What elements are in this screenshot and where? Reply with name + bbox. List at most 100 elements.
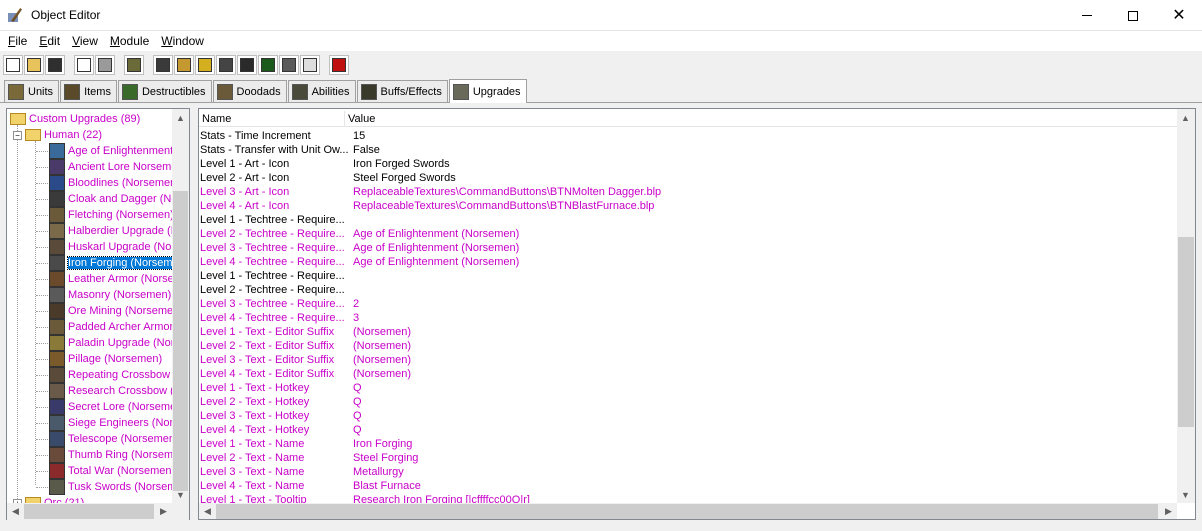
collapse-icon[interactable]: − bbox=[13, 130, 22, 140]
tree-item[interactable]: Total War (Norsemen) bbox=[49, 463, 172, 479]
object-manager-button[interactable] bbox=[279, 55, 299, 75]
tree-hscroll-thumb[interactable] bbox=[24, 504, 154, 519]
table-row[interactable]: Level 3 - Techtree - Require... Age of En… bbox=[199, 241, 1177, 255]
world-editor-button[interactable] bbox=[124, 55, 144, 75]
new-button[interactable] bbox=[3, 55, 23, 75]
ai-editor-button[interactable] bbox=[258, 55, 278, 75]
tree-item[interactable]: Masonry (Norsemen) bbox=[49, 287, 171, 303]
table-row[interactable]: Level 2 - Techtree - Require... bbox=[199, 283, 1177, 297]
tree-item-label[interactable]: Repeating Crossbow ( bbox=[68, 369, 172, 381]
menu-module[interactable]: Module bbox=[104, 34, 155, 48]
table-row[interactable]: Level 2 - Text - Name Steel Forging bbox=[199, 451, 1177, 465]
grid-scroll-thumb[interactable] bbox=[1178, 237, 1194, 427]
table-row[interactable]: Level 4 - Art - Icon ReplaceableTextures\… bbox=[199, 199, 1177, 213]
scroll-right-icon[interactable]: ▶ bbox=[155, 503, 172, 520]
tree-item[interactable]: Fletching (Norsemen) bbox=[49, 207, 172, 223]
save-button[interactable] bbox=[45, 55, 65, 75]
table-row[interactable]: Level 1 - Text - Name Iron Forging bbox=[199, 437, 1177, 451]
table-row[interactable]: Level 3 - Techtree - Require... 2 bbox=[199, 297, 1177, 311]
campaign-editor-button[interactable] bbox=[237, 55, 257, 75]
scroll-down-icon[interactable]: ▼ bbox=[1177, 486, 1194, 503]
tree-item[interactable]: Repeating Crossbow ( bbox=[49, 367, 172, 383]
tree-item-label[interactable]: Bloodlines (Norsemen bbox=[68, 177, 172, 189]
table-row[interactable]: Stats - Transfer with Unit Ow... False bbox=[199, 143, 1177, 157]
minimize-button[interactable] bbox=[1064, 0, 1110, 31]
tree-item-selected[interactable]: Iron Forging (Norsemen bbox=[49, 255, 172, 271]
open-button[interactable] bbox=[24, 55, 44, 75]
tree-item-label[interactable]: Telescope (Norsemen bbox=[68, 433, 172, 445]
tree-item[interactable]: Bloodlines (Norsemen bbox=[49, 175, 172, 191]
table-row[interactable]: Level 3 - Text - Name Metallurgy bbox=[199, 465, 1177, 479]
tree-item-label[interactable]: Siege Engineers (Nors bbox=[68, 417, 172, 429]
column-header-name[interactable]: Name bbox=[199, 111, 345, 127]
table-row[interactable]: Level 2 - Text - Editor Suffix (Norsemen) bbox=[199, 339, 1177, 353]
tree-item[interactable]: Paladin Upgrade (Nor bbox=[49, 335, 172, 351]
tab-items[interactable]: Items bbox=[60, 80, 117, 102]
scroll-up-icon[interactable]: ▲ bbox=[172, 109, 189, 126]
table-row[interactable]: Level 2 - Techtree - Require... Age of En… bbox=[199, 227, 1177, 241]
tree-item[interactable]: Ancient Lore Norseme bbox=[49, 159, 172, 175]
tree-item-label[interactable]: Masonry (Norsemen) bbox=[68, 289, 171, 301]
tree-item-label[interactable]: Total War (Norsemen) bbox=[68, 465, 172, 477]
object-editor-button[interactable] bbox=[216, 55, 236, 75]
table-row[interactable]: Level 4 - Text - Hotkey Q bbox=[199, 423, 1177, 437]
tree-item[interactable]: Pillage (Norsemen) bbox=[49, 351, 162, 367]
table-row[interactable]: Level 1 - Art - Icon Iron Forged Swords bbox=[199, 157, 1177, 171]
menu-file[interactable]: File bbox=[2, 34, 33, 48]
table-row[interactable]: Level 4 - Techtree - Require... 3 bbox=[199, 311, 1177, 325]
table-row[interactable]: Level 4 - Text - Name Blast Furnace bbox=[199, 479, 1177, 493]
column-header-value[interactable]: Value bbox=[345, 111, 1177, 127]
table-row[interactable]: Level 2 - Art - Icon Steel Forged Swords bbox=[199, 171, 1177, 185]
tree-item-label[interactable]: Ancient Lore Norseme bbox=[68, 161, 172, 173]
tree-item[interactable]: Age of Enlightenment bbox=[49, 143, 172, 159]
tree-item-label[interactable]: Secret Lore (Norsemen bbox=[68, 401, 172, 413]
tree-item-label[interactable]: Age of Enlightenment bbox=[68, 145, 172, 157]
tree-item-label[interactable]: Paladin Upgrade (Nor bbox=[68, 337, 172, 349]
tree-item[interactable]: Research Crossbow ( bbox=[49, 383, 172, 399]
tree-item[interactable]: Ore Mining (Norsemen bbox=[49, 303, 172, 319]
menu-edit[interactable]: Edit bbox=[33, 34, 66, 48]
scroll-left-icon[interactable]: ◀ bbox=[7, 503, 24, 520]
tree-item[interactable]: Tusk Swords (Norsem bbox=[49, 479, 172, 495]
tree-item-label[interactable]: Cloak and Dagger (No bbox=[68, 193, 172, 205]
grid-horizontal-scrollbar[interactable]: ◀ ▶ bbox=[199, 503, 1177, 519]
tree-item-label[interactable]: Thumb Ring (Norsemer bbox=[68, 449, 172, 461]
tree-group-label[interactable]: Human (22) bbox=[44, 129, 102, 141]
grid-hscroll-thumb[interactable] bbox=[216, 504, 1158, 519]
table-row[interactable]: Level 1 - Text - Hotkey Q bbox=[199, 381, 1177, 395]
tree-item[interactable]: Leather Armor (Norsem bbox=[49, 271, 172, 287]
tree-item[interactable]: Halberdier Upgrade (N bbox=[49, 223, 172, 239]
sound-editor-button[interactable] bbox=[195, 55, 215, 75]
tree-item-label[interactable]: Research Crossbow ( bbox=[68, 385, 172, 397]
tree-root-label[interactable]: Custom Upgrades (89) bbox=[29, 113, 140, 125]
tab-destructibles[interactable]: Destructibles bbox=[117, 80, 212, 102]
maximize-button[interactable] bbox=[1110, 0, 1156, 31]
table-row[interactable]: Level 3 - Art - Icon ReplaceableTextures\… bbox=[199, 185, 1177, 199]
grid-vertical-scrollbar[interactable]: ▲ ▼ bbox=[1177, 109, 1195, 503]
tree-item[interactable]: Padded Archer Armor bbox=[49, 319, 172, 335]
terrain-editor-button[interactable] bbox=[153, 55, 173, 75]
tab-units[interactable]: Units bbox=[4, 80, 60, 102]
table-row[interactable]: Level 1 - Techtree - Require... bbox=[199, 213, 1177, 227]
tree-item-label[interactable]: Padded Archer Armor bbox=[68, 321, 172, 333]
tree-item-label[interactable]: Halberdier Upgrade (N bbox=[68, 225, 172, 237]
tree-item[interactable]: Huskarl Upgrade (Nor bbox=[49, 239, 172, 255]
table-row[interactable]: Level 1 - Text - Editor Suffix (Norsemen) bbox=[199, 325, 1177, 339]
tab-upgrades[interactable]: Upgrades bbox=[448, 79, 527, 103]
scroll-down-icon[interactable]: ▼ bbox=[172, 486, 189, 503]
tree-item[interactable]: Cloak and Dagger (No bbox=[49, 191, 172, 207]
tree-item[interactable]: Siege Engineers (Nors bbox=[49, 415, 172, 431]
table-row[interactable]: Level 1 - Techtree - Require... bbox=[199, 269, 1177, 283]
paste-button[interactable] bbox=[95, 55, 115, 75]
trigger-editor-button[interactable] bbox=[174, 55, 194, 75]
close-button[interactable]: ✕ bbox=[1156, 0, 1202, 31]
tree-item-label[interactable]: Leather Armor (Norsem bbox=[68, 273, 172, 285]
tree-vertical-scrollbar[interactable]: ▲ ▼ bbox=[172, 109, 189, 503]
copy-button[interactable] bbox=[74, 55, 94, 75]
tree-item-label[interactable]: Ore Mining (Norsemen bbox=[68, 305, 172, 317]
table-row[interactable]: Level 3 - Text - Editor Suffix (Norsemen) bbox=[199, 353, 1177, 367]
menu-window[interactable]: Window bbox=[155, 34, 210, 48]
test-map-button[interactable] bbox=[329, 55, 349, 75]
tree-item-label[interactable]: Pillage (Norsemen) bbox=[68, 353, 162, 365]
table-row[interactable]: Stats - Time Increment 15 bbox=[199, 129, 1177, 143]
